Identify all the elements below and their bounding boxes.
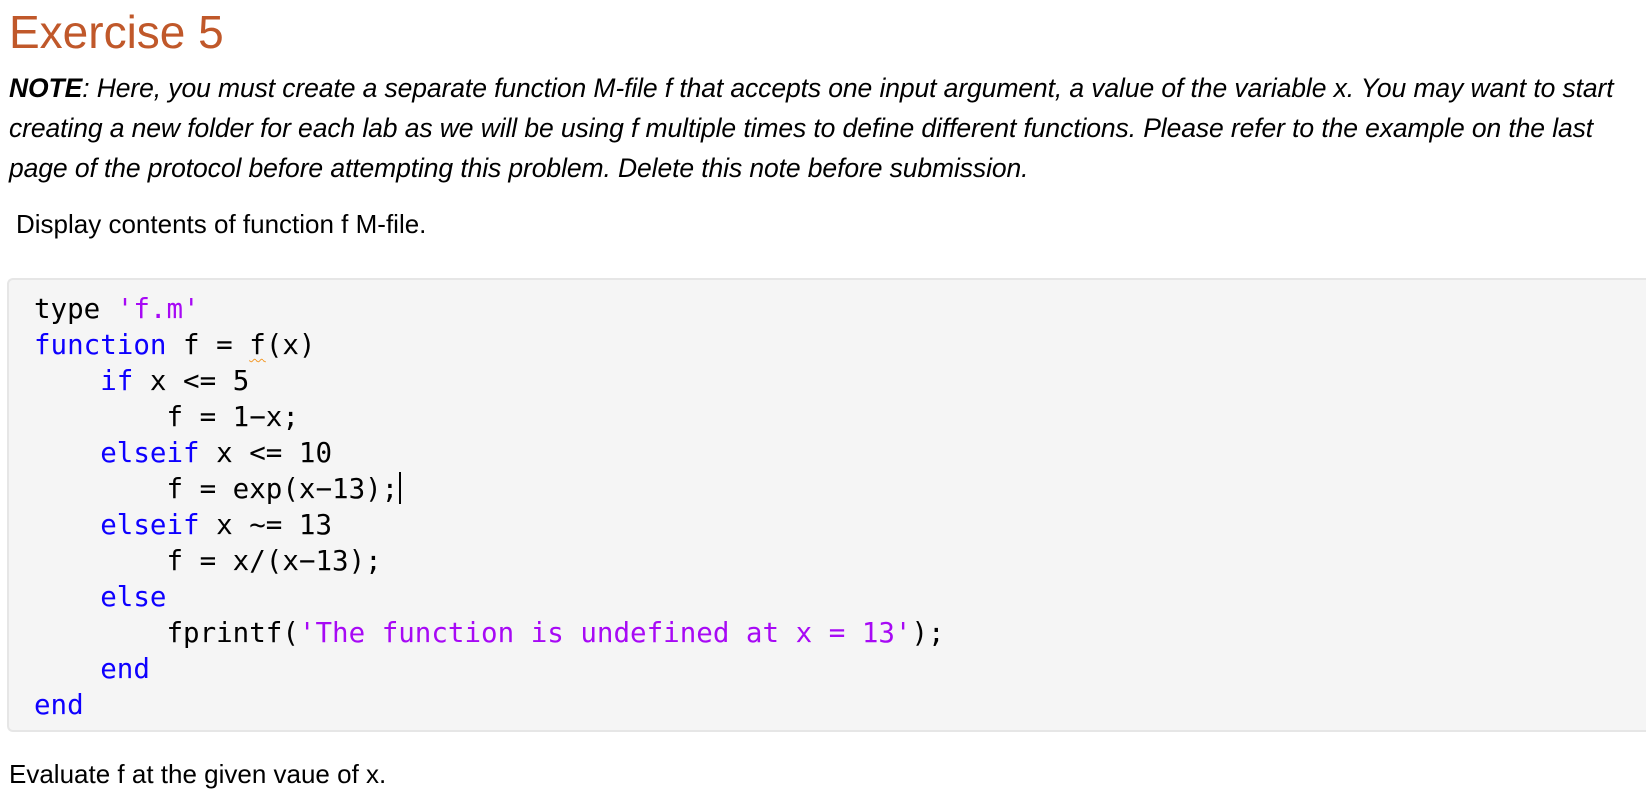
function-name-warning[interactable]: f	[249, 329, 266, 361]
instruction-evaluate[interactable]: Evaluate f at the given vaue of x.	[9, 756, 386, 792]
code-text: (x)	[265, 329, 316, 361]
keyword: if	[100, 365, 134, 397]
note-paragraph[interactable]: NOTE: Here, you must create a separate f…	[9, 68, 1639, 188]
code-line-assign-3: f = x/(x−13);	[34, 545, 382, 577]
keyword: end	[100, 653, 150, 685]
keyword: else	[100, 581, 167, 613]
code-line-fprintf: fprintf('The function is undefined at x …	[34, 615, 945, 651]
string-literal: 'The function is undefined at x = 13'	[298, 617, 912, 649]
string-literal: 'f.m'	[116, 293, 200, 325]
code-text: );	[911, 617, 945, 649]
code-text: f =	[166, 329, 250, 361]
keyword: elseif	[100, 437, 200, 469]
code-text: x ~= 13	[199, 509, 333, 541]
exercise-title: Exercise 5	[9, 6, 224, 58]
keyword: end	[34, 689, 84, 721]
keyword: function	[34, 329, 167, 361]
type-command: type	[34, 293, 117, 325]
code-text: x <= 10	[199, 437, 333, 469]
code-line-if: if x <= 5	[34, 363, 945, 399]
code-line-end-if: end	[34, 651, 945, 687]
code-line-type: type 'f.m'	[34, 291, 945, 327]
code-line-else: else	[34, 579, 945, 615]
note-label: NOTE	[9, 73, 83, 103]
instruction-display-contents[interactable]: Display contents of function f M-file.	[16, 206, 426, 242]
code-line-assign-2: f = exp(x−13);	[34, 471, 945, 507]
keyword: elseif	[100, 509, 200, 541]
code-line-elseif-2: elseif x ~= 13	[34, 507, 945, 543]
code-line-end-function: end	[34, 687, 945, 723]
text-cursor	[399, 472, 402, 504]
code-text: fprintf(	[34, 617, 299, 649]
code-line-elseif-1: elseif x <= 10	[34, 435, 945, 471]
code-line-assign-1: f = 1−x;	[34, 401, 299, 433]
code-text: f = exp(x−13);	[34, 473, 399, 505]
code-text: x <= 5	[133, 365, 250, 397]
code-listing[interactable]: type 'f.m' function f = f(x) if x <= 5 f …	[34, 291, 945, 723]
note-text: : Here, you must create a separate funct…	[9, 73, 1614, 183]
code-line-function: function f = f(x)	[34, 327, 945, 363]
